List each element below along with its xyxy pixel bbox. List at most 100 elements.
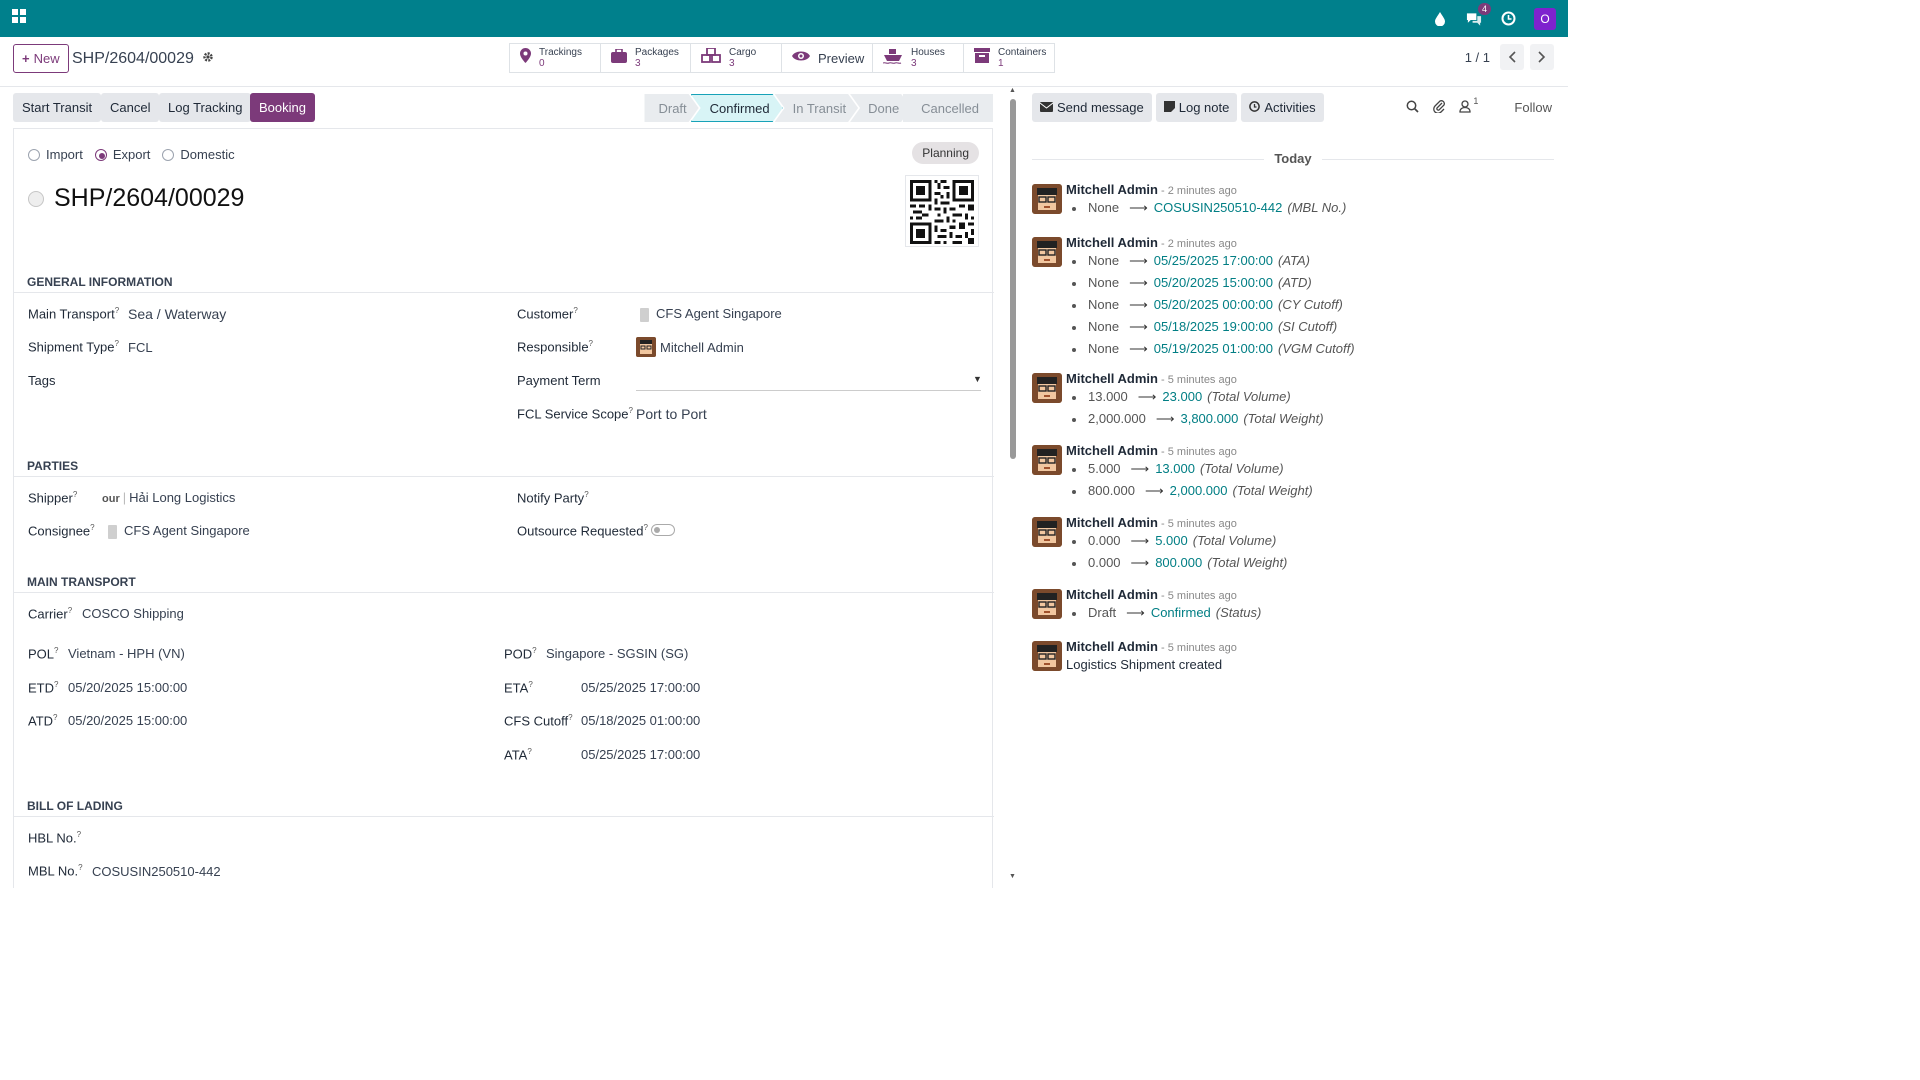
author-avatar[interactable] bbox=[1032, 641, 1062, 671]
stage-confirmed[interactable]: Confirmed bbox=[691, 94, 783, 122]
droplet-icon[interactable] bbox=[1432, 11, 1448, 27]
new-value: 05/20/2025 00:00:00 bbox=[1153, 297, 1273, 312]
scroll-down-icon[interactable]: ▼ bbox=[1009, 873, 1016, 880]
carrier-value[interactable]: COSCO Shipping bbox=[82, 606, 184, 621]
message-author[interactable]: Mitchell Admin - 5 minutes ago bbox=[1066, 515, 1237, 530]
eta-value[interactable]: 05/25/2025 17:00:00 bbox=[581, 680, 700, 695]
stage-in-transit[interactable]: In Transit bbox=[775, 94, 858, 122]
tracking-change: None ⟶ COSUSIN250510-442 (MBL No.) bbox=[1072, 200, 1346, 216]
responsible-value[interactable]: Mitchell Admin bbox=[636, 337, 744, 357]
new-label: New bbox=[33, 51, 60, 66]
customer-value[interactable]: CFS Agent Singapore bbox=[640, 306, 782, 322]
consignee-value[interactable]: CFS Agent Singapore bbox=[108, 523, 250, 539]
packages-button[interactable]: Packages 3 bbox=[600, 43, 691, 73]
field-name: (ATA) bbox=[1278, 253, 1311, 268]
new-button[interactable]: + New bbox=[13, 44, 69, 73]
customer-name: CFS Agent Singapore bbox=[656, 306, 782, 321]
radio-import-dot[interactable] bbox=[28, 148, 40, 161]
message-author[interactable]: Mitchell Admin - 2 minutes ago bbox=[1066, 182, 1237, 197]
form-scrollbar[interactable]: ▲ ▼ bbox=[1007, 87, 1019, 882]
cargo-button[interactable]: Cargo 3 bbox=[690, 43, 782, 73]
apps-menu-icon[interactable] bbox=[12, 9, 26, 28]
priority-circle-icon[interactable] bbox=[28, 190, 44, 207]
log-tracking-button[interactable]: Log Tracking bbox=[159, 93, 252, 122]
message-author[interactable]: Mitchell Admin - 5 minutes ago bbox=[1066, 587, 1237, 602]
main-transport-header: MAIN TRANSPORT bbox=[14, 575, 994, 593]
author-avatar[interactable] bbox=[1032, 373, 1062, 403]
search-icon[interactable] bbox=[1406, 100, 1420, 116]
booking-button[interactable]: Booking bbox=[250, 93, 315, 122]
containers-count: 1 bbox=[998, 58, 1004, 69]
stage-cancelled[interactable]: Cancelled bbox=[903, 94, 993, 122]
atd-value[interactable]: 05/20/2025 15:00:00 bbox=[68, 713, 187, 728]
radio-export[interactable]: Export bbox=[94, 147, 150, 162]
cancel-button[interactable]: Cancel bbox=[101, 93, 160, 122]
houses-button[interactable]: Houses 3 bbox=[872, 43, 964, 73]
old-value: Draft bbox=[1088, 605, 1117, 620]
ata-value[interactable]: 05/25/2025 17:00:00 bbox=[581, 747, 700, 762]
follow-button[interactable]: Follow bbox=[1514, 100, 1552, 115]
preview-button[interactable]: Preview bbox=[781, 43, 873, 73]
followers-button[interactable]: 1 bbox=[1459, 96, 1478, 116]
user-avatar[interactable]: O bbox=[1534, 7, 1556, 30]
eye-icon bbox=[792, 49, 810, 67]
arrow-right-icon: ⟶ bbox=[1129, 297, 1148, 312]
scrollbar-thumb[interactable] bbox=[1010, 99, 1016, 459]
new-value: 23.000 bbox=[1162, 389, 1203, 404]
pol-value[interactable]: Vietnam - HPH (VN) bbox=[68, 646, 185, 661]
shipper-value[interactable]: our | Hải Long Logistics bbox=[102, 490, 235, 505]
cfs-cutoff-value[interactable]: 05/18/2025 01:00:00 bbox=[581, 713, 700, 728]
scroll-up-icon[interactable]: ▲ bbox=[1009, 87, 1016, 94]
start-transit-button[interactable]: Start Transit bbox=[13, 93, 102, 122]
activities-button[interactable]: Activities bbox=[1241, 93, 1324, 122]
etd-value[interactable]: 05/20/2025 15:00:00 bbox=[68, 680, 187, 695]
message-author[interactable]: Mitchell Admin - 5 minutes ago bbox=[1066, 639, 1237, 654]
gear-icon[interactable] bbox=[202, 50, 214, 68]
author-avatar[interactable] bbox=[1032, 517, 1062, 547]
main-transport-value[interactable]: Sea / Waterway bbox=[128, 306, 226, 322]
new-value: 05/18/2025 19:00:00 bbox=[1153, 319, 1273, 334]
trackings-button[interactable]: Trackings 0 bbox=[509, 43, 601, 73]
tracking-change: None ⟶ 05/25/2025 17:00:00 (ATA) bbox=[1072, 253, 1310, 269]
radio-domestic[interactable]: Domestic bbox=[162, 147, 235, 162]
message-author[interactable]: Mitchell Admin - 2 minutes ago bbox=[1066, 235, 1237, 250]
paperclip-icon[interactable] bbox=[1433, 99, 1446, 116]
radio-export-dot[interactable] bbox=[94, 148, 107, 161]
outsource-toggle[interactable] bbox=[651, 524, 675, 536]
clock-icon[interactable] bbox=[1500, 11, 1516, 27]
followers-count: 1 bbox=[1473, 95, 1479, 106]
fcl-scope-label-text: FCL Service Scope bbox=[517, 406, 629, 422]
arrow-right-icon: ⟶ bbox=[1137, 389, 1157, 404]
pod-value[interactable]: Singapore - SGSIN (SG) bbox=[546, 646, 688, 661]
author-avatar[interactable] bbox=[1032, 589, 1062, 619]
fcl-scope-value[interactable]: Port to Port bbox=[636, 406, 707, 422]
user-icon bbox=[1459, 99, 1472, 116]
author-avatar[interactable] bbox=[1032, 445, 1062, 475]
direction-radio-group: Import Export Domestic bbox=[28, 147, 235, 162]
author-avatar[interactable] bbox=[1032, 237, 1062, 267]
old-value: None bbox=[1088, 253, 1120, 268]
send-message-button[interactable]: Send message bbox=[1032, 93, 1152, 122]
message-author[interactable]: Mitchell Admin - 5 minutes ago bbox=[1066, 443, 1237, 458]
radio-import[interactable]: Import bbox=[28, 147, 83, 162]
shipment-type-value[interactable]: FCL bbox=[128, 340, 153, 355]
radio-domestic-dot[interactable] bbox=[162, 148, 175, 161]
responsible-label-text: Responsible bbox=[517, 339, 589, 355]
next-record-button[interactable] bbox=[1530, 44, 1554, 70]
previous-record-button[interactable] bbox=[1500, 44, 1524, 70]
arrow-right-icon: ⟶ bbox=[1129, 319, 1148, 334]
stage-draft[interactable]: Draft bbox=[644, 94, 698, 122]
mbl-value[interactable]: COSUSIN250510-442 bbox=[92, 864, 221, 879]
containers-button[interactable]: Containers 1 bbox=[963, 43, 1055, 73]
log-note-button[interactable]: Log note bbox=[1155, 93, 1238, 122]
tracking-change: 2,000.000 ⟶ 3,800.000 (Total Weight) bbox=[1072, 411, 1324, 427]
caret-down-icon[interactable]: ▼ bbox=[973, 374, 982, 384]
responsible-avatar bbox=[636, 337, 656, 357]
chat-bubbles-icon[interactable]: 4 bbox=[1466, 2, 1491, 27]
stage-done[interactable]: Done bbox=[850, 94, 911, 122]
etd-label-text: ETD bbox=[28, 680, 54, 696]
payment-term-input[interactable] bbox=[636, 390, 981, 391]
message-author[interactable]: Mitchell Admin - 5 minutes ago bbox=[1066, 371, 1237, 386]
carrier-label-text: Carrier bbox=[28, 606, 68, 622]
author-avatar[interactable] bbox=[1032, 184, 1062, 214]
